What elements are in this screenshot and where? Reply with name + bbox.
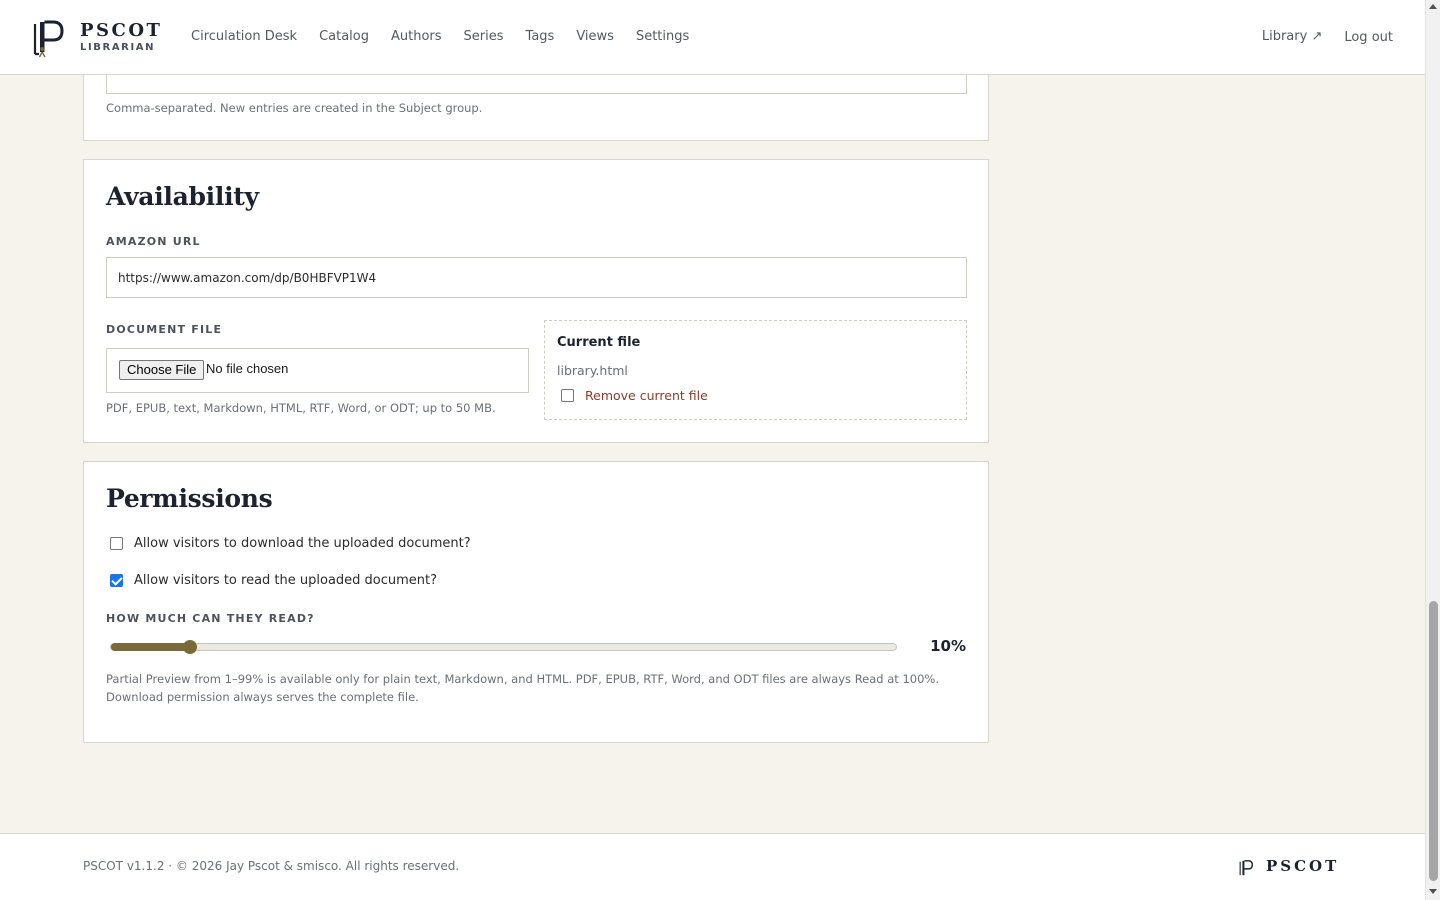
partial-preview-note: Partial Preview from 1–99% is available … — [106, 672, 940, 704]
brand-subtitle: LIBRARIAN — [80, 42, 156, 53]
no-file-chosen-text: No file chosen — [206, 361, 289, 376]
nav-circulation-desk[interactable]: Circulation Desk — [191, 29, 297, 44]
scroll-down-arrow-icon[interactable] — [1429, 889, 1437, 894]
nav-tags[interactable]: Tags — [526, 29, 555, 44]
logout-link[interactable]: Log out — [1344, 30, 1393, 45]
read-amount-slider-handle[interactable] — [183, 640, 197, 654]
read-amount-value: 10% — [930, 637, 966, 655]
footer-brand-name: PSCOT — [1266, 857, 1340, 875]
main-nav: Circulation Desk Catalog Authors Series … — [191, 29, 711, 44]
scroll-up-arrow-icon[interactable] — [1429, 4, 1437, 9]
account-nav: Library ↗ Log out — [1240, 29, 1393, 45]
allow-download-checkbox[interactable] — [110, 537, 123, 550]
read-amount-slider[interactable] — [110, 640, 897, 654]
footer-brand: PSCOT — [1238, 856, 1340, 878]
permissions-card: Permissions Allow visitors to download t… — [83, 461, 989, 743]
nav-catalog[interactable]: Catalog — [319, 29, 369, 44]
scrollbar-thumb[interactable] — [1429, 601, 1438, 881]
choose-file-button[interactable]: Choose File — [119, 360, 205, 380]
document-file-label: DOCUMENT FILE — [106, 323, 223, 336]
subjects-hint: Comma-separated. New entries are created… — [106, 101, 483, 115]
read-amount-slider-fill — [111, 643, 190, 651]
brand-title: PSCOT — [80, 20, 163, 41]
footer-copyright: PSCOT v1.1.2 · © 2026 Jay Pscot & smisco… — [83, 859, 460, 873]
current-file-title: Current file — [557, 335, 641, 350]
allow-download-label[interactable]: Allow visitors to download the uploaded … — [134, 536, 471, 551]
nav-authors[interactable]: Authors — [391, 29, 442, 44]
read-amount-label: HOW MUCH CAN THEY READ? — [106, 612, 315, 625]
page-scrollbar[interactable] — [1425, 0, 1440, 900]
amazon-url-label: AMAZON URL — [106, 235, 201, 248]
availability-title: Availability — [106, 182, 259, 211]
top-navigation-bar: PSCOT LIBRARIAN Circulation Desk Catalog… — [0, 0, 1425, 75]
current-file-panel: Current file library.html Remove current… — [544, 320, 967, 420]
nav-views[interactable]: Views — [576, 29, 614, 44]
allow-read-checkbox[interactable] — [110, 574, 123, 587]
availability-card: Availability AMAZON URL DOCUMENT FILE Ch… — [83, 159, 989, 443]
document-file-hint: PDF, EPUB, text, Markdown, HTML, RTF, Wo… — [106, 401, 496, 415]
brand-logo[interactable]: PSCOT LIBRARIAN — [31, 18, 166, 58]
document-file-input[interactable]: Choose File No file chosen — [106, 348, 529, 393]
permissions-title: Permissions — [106, 484, 273, 513]
current-file-name: library.html — [557, 363, 628, 378]
nav-series[interactable]: Series — [464, 29, 504, 44]
page-footer: PSCOT v1.1.2 · © 2026 Jay Pscot & smisco… — [0, 833, 1425, 900]
amazon-url-input[interactable] — [106, 257, 967, 298]
remove-current-file-checkbox[interactable] — [561, 389, 574, 402]
library-external-link[interactable]: Library ↗ — [1262, 29, 1322, 44]
pscot-logo-icon — [33, 20, 64, 58]
allow-read-label[interactable]: Allow visitors to read the uploaded docu… — [134, 573, 437, 588]
nav-settings[interactable]: Settings — [636, 29, 689, 44]
remove-current-file-label[interactable]: Remove current file — [585, 388, 708, 403]
footer-pscot-logo-icon — [1239, 860, 1254, 876]
